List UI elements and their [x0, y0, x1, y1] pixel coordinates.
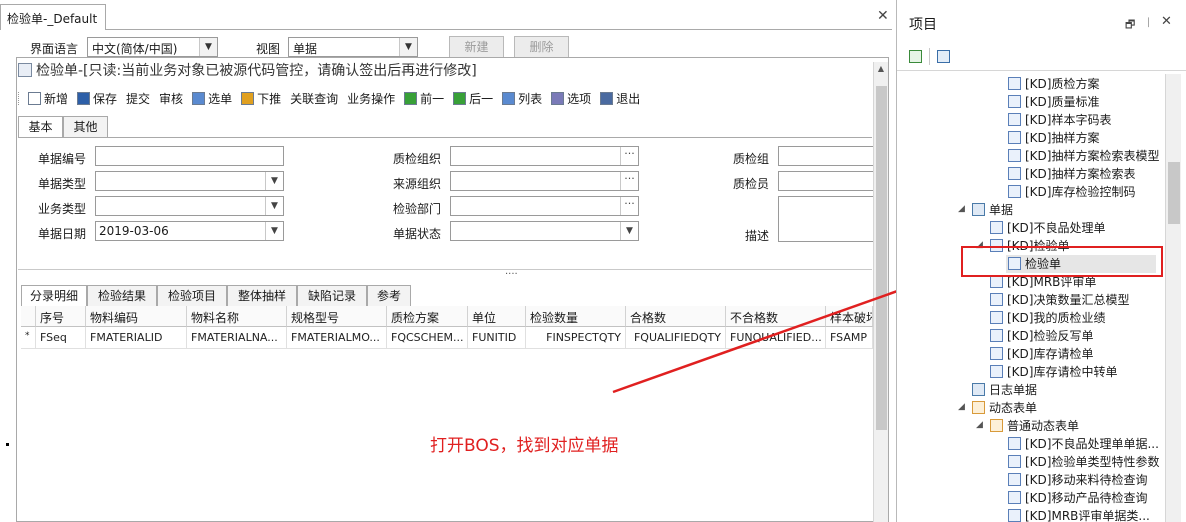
- form-icon: [1008, 113, 1021, 126]
- folder-icon: [972, 203, 985, 216]
- tree-expander-icon[interactable]: ◢: [976, 420, 983, 430]
- tree-item[interactable]: [KD]检验单类型特性参数: [1008, 453, 1159, 471]
- project-panel-title: 项目: [909, 17, 937, 33]
- tree-item[interactable]: 单据: [972, 201, 1013, 219]
- tree-item-label: 动态表单: [989, 401, 1038, 415]
- tree-item[interactable]: [KD]质检方案: [1008, 75, 1099, 93]
- tree-expander-icon[interactable]: ◢: [958, 402, 965, 412]
- tree-item-label: [KD]抽样方案: [1025, 131, 1100, 145]
- tree-item-label: [KD]不良品处理单单据...: [1025, 437, 1159, 451]
- tree-item[interactable]: [KD]库存检验控制码: [1008, 183, 1135, 201]
- tree-item-label: [KD]MRB评审单: [1007, 275, 1097, 289]
- toolbar-separator: [929, 48, 930, 65]
- close-panel-icon[interactable]: ✕: [1161, 14, 1172, 29]
- tree-item-label: [KD]移动来料待检查询: [1025, 473, 1148, 487]
- form-icon: [1008, 167, 1021, 180]
- tree-item[interactable]: 动态表单: [972, 399, 1037, 417]
- tree-item-label: [KD]检验反写单: [1007, 329, 1094, 343]
- tree-item-label: [KD]抽样方案检索表: [1025, 167, 1136, 181]
- project-panel: 项目 🗗 ᛁ ✕ [KD]质检方案 [KD]质量标准 [KD]样本字码表 [KD]抽样…: [896, 0, 1186, 522]
- tree-expander-icon[interactable]: ◢: [958, 204, 965, 214]
- form-icon: [990, 365, 1003, 378]
- tree-item[interactable]: [KD]质量标准: [1008, 93, 1099, 111]
- form-icon: [1008, 437, 1021, 450]
- folder-icon: [972, 383, 985, 396]
- form-icon: [990, 293, 1003, 306]
- tree-item-label: [KD]不良品处理单: [1007, 221, 1106, 235]
- form-icon: [1008, 509, 1021, 522]
- form-icon: [990, 347, 1003, 360]
- form-icon: [1008, 491, 1021, 504]
- tree-scrollbar-thumb[interactable]: [1168, 162, 1180, 224]
- tree-item[interactable]: [KD]样本字码表: [1008, 111, 1111, 129]
- tree-item[interactable]: [KD]决策数量汇总模型: [990, 291, 1129, 309]
- form-icon: [1008, 185, 1021, 198]
- tree-item-label: [KD]MRB评审单据类...: [1025, 509, 1150, 522]
- form-icon: [990, 329, 1003, 342]
- refresh-icon[interactable]: [909, 50, 922, 63]
- tree-item-label: [KD]质检方案: [1025, 77, 1100, 91]
- tree-item[interactable]: [KD]MRB评审单据类...: [1008, 507, 1150, 522]
- form-icon: [1008, 455, 1021, 468]
- tree-item-label: [KD]样本字码表: [1025, 113, 1112, 127]
- tree-item-label: [KD]库存检验控制码: [1025, 185, 1136, 199]
- dynamic-form-icon: [972, 401, 985, 414]
- tree-item[interactable]: [KD]我的质检业绩: [990, 309, 1105, 327]
- window-restore-icon[interactable]: 🗗: [1125, 16, 1135, 35]
- tree-item-label: 日志单据: [989, 383, 1038, 397]
- highlight-box: [961, 246, 1163, 277]
- tree-item-label: [KD]移动产品待检查询: [1025, 491, 1148, 505]
- tree-item-label: 普通动态表单: [1007, 419, 1080, 433]
- tree-scrollbar[interactable]: [1165, 74, 1181, 522]
- tree-item-label: 单据: [989, 203, 1014, 217]
- tree-item[interactable]: [KD]不良品处理单单据...: [1008, 435, 1159, 453]
- panel-divider: [897, 70, 1186, 71]
- dynamic-form-icon: [990, 419, 1003, 432]
- tree-item-label: [KD]检验单类型特性参数: [1025, 455, 1160, 469]
- tree-item[interactable]: [KD]库存请检中转单: [990, 363, 1117, 381]
- tree-item[interactable]: [KD]移动来料待检查询: [1008, 471, 1147, 489]
- tree-item[interactable]: 普通动态表单: [990, 417, 1079, 435]
- tree-item[interactable]: [KD]抽样方案检索表模型: [1008, 147, 1159, 165]
- tree-item[interactable]: [KD]抽样方案: [1008, 129, 1099, 147]
- tree-item[interactable]: [KD]抽样方案检索表: [1008, 165, 1135, 183]
- tree-item[interactable]: [KD]不良品处理单: [990, 219, 1105, 237]
- tree-item-label: [KD]质量标准: [1025, 95, 1100, 109]
- tree-item-label: [KD]库存请检单: [1007, 347, 1094, 361]
- form-icon: [1008, 77, 1021, 90]
- form-icon: [1008, 473, 1021, 486]
- tree-item[interactable]: [KD]检验反写单: [990, 327, 1093, 345]
- tree-item-label: [KD]我的质检业绩: [1007, 311, 1106, 325]
- form-icon: [990, 311, 1003, 324]
- tree-item-label: [KD]抽样方案检索表模型: [1025, 149, 1160, 163]
- form-icon: [990, 221, 1003, 234]
- tree-item[interactable]: [KD]库存请检单: [990, 345, 1093, 363]
- form-icon: [1008, 95, 1021, 108]
- pin-icon[interactable]: ᛁ: [1145, 16, 1152, 29]
- tree-item-label: [KD]库存请检中转单: [1007, 365, 1118, 379]
- form-icon: [1008, 131, 1021, 144]
- tree-item-label: [KD]决策数量汇总模型: [1007, 293, 1130, 307]
- copy-icon[interactable]: [937, 50, 950, 63]
- tree-item[interactable]: 日志单据: [972, 381, 1037, 399]
- project-tree: [KD]质检方案 [KD]质量标准 [KD]样本字码表 [KD]抽样方案 [KD]抽样方…: [897, 74, 1165, 522]
- form-icon: [1008, 149, 1021, 162]
- tree-item[interactable]: [KD]移动产品待检查询: [1008, 489, 1147, 507]
